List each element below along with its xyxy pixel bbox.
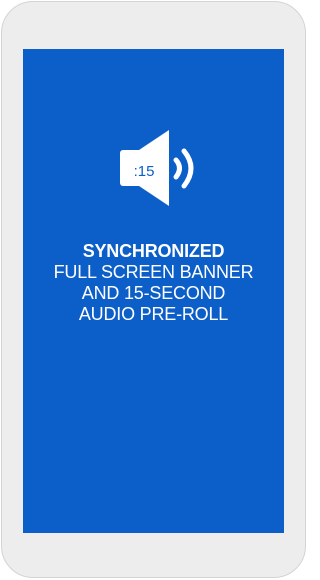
ad-line-3: AUDIO PRE-ROLL	[78, 304, 229, 324]
ad-line-2: AND 15-SECOND	[81, 283, 226, 303]
ad-line-1: FULL SCREEN BANNER	[53, 262, 254, 282]
ad-headline: SYNCHRONIZED	[82, 241, 225, 261]
speaker-volume-icon: :15	[115, 124, 215, 214]
duration-label: :15	[134, 163, 155, 180]
ad-description: SYNCHRONIZED FULL SCREEN BANNER AND 15-S…	[23, 241, 284, 325]
